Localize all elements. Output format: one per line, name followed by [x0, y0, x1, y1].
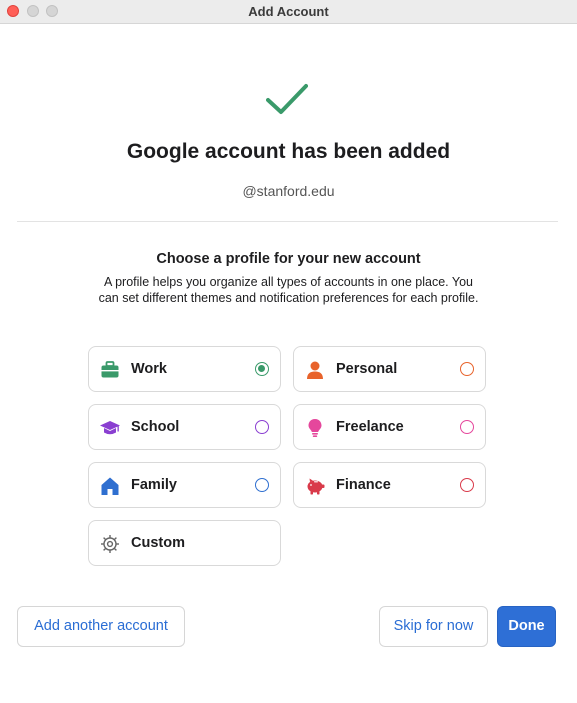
profile-heading: Choose a profile for your new account — [156, 251, 421, 267]
briefcase-icon — [101, 361, 119, 378]
gear-icon — [101, 535, 119, 553]
checkmark-icon — [266, 84, 308, 114]
profile-label-finance: Finance — [336, 477, 391, 493]
profile-option-family[interactable]: Family — [88, 462, 281, 508]
profile-option-work[interactable]: Work — [88, 346, 281, 392]
profile-option-school[interactable]: School — [88, 404, 281, 450]
profile-label-personal: Personal — [336, 361, 398, 377]
graduation-cap-icon — [100, 421, 120, 435]
radio-selected-dot — [258, 365, 265, 372]
radio-work[interactable] — [255, 362, 269, 376]
profile-label-school: School — [131, 419, 180, 435]
profile-option-custom[interactable]: Custom — [88, 520, 281, 566]
profile-label-freelance: Freelance — [336, 419, 404, 435]
account-email: @stanford.edu — [242, 183, 335, 199]
profile-label-family: Family — [131, 477, 177, 493]
lightbulb-icon — [308, 419, 322, 437]
radio-finance[interactable] — [460, 478, 474, 492]
title-bar: Add Account — [0, 0, 577, 24]
radio-personal[interactable] — [460, 362, 474, 376]
piggy-bank-icon — [307, 478, 325, 495]
radio-freelance[interactable] — [460, 420, 474, 434]
profile-option-finance[interactable]: Finance — [293, 462, 486, 508]
divider — [17, 221, 558, 222]
house-icon — [101, 477, 119, 495]
window-title: Add Account — [248, 4, 329, 19]
profile-description: A profile helps you organize all types o… — [98, 275, 479, 305]
profile-label-custom: Custom — [131, 535, 185, 551]
person-icon — [307, 361, 323, 379]
skip-for-now-button[interactable]: Skip for now — [379, 606, 488, 647]
done-button[interactable]: Done — [497, 606, 556, 647]
profile-option-personal[interactable]: Personal — [293, 346, 486, 392]
radio-school[interactable] — [255, 420, 269, 434]
radio-family[interactable] — [255, 478, 269, 492]
profile-label-work: Work — [131, 361, 167, 377]
add-another-account-button[interactable]: Add another account — [17, 606, 185, 647]
success-headline: Google account has been added — [126, 140, 451, 163]
profile-option-freelance[interactable]: Freelance — [293, 404, 486, 450]
